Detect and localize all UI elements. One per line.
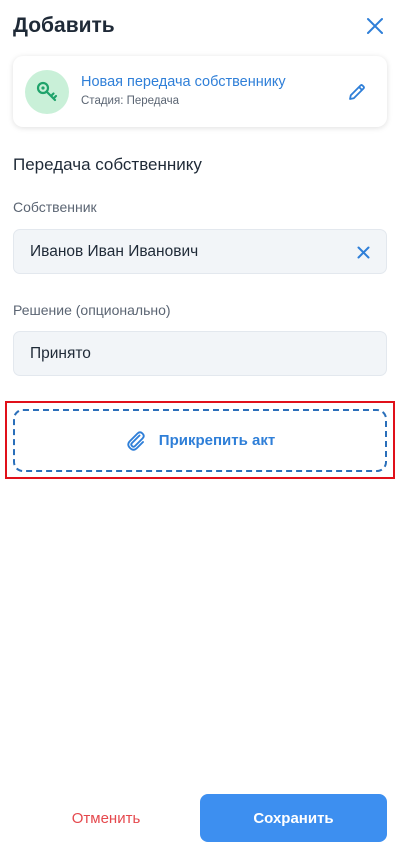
edit-stage-button[interactable] <box>346 81 368 103</box>
cancel-button[interactable]: Отменить <box>13 794 199 842</box>
pencil-icon <box>349 84 365 100</box>
stage-icon-badge <box>25 70 69 114</box>
close-icon <box>367 18 383 34</box>
stage-card-subtitle: Стадия: Передача <box>81 95 180 107</box>
section-title: Передача собственнику <box>13 155 202 174</box>
owner-field[interactable]: Иванов Иван Иванович <box>13 229 387 274</box>
stage-card: Новая передача собственнику Стадия: Пере… <box>13 56 387 127</box>
attach-act-label: Прикрепить акт <box>158 432 276 449</box>
owner-label: Собственник <box>13 199 97 215</box>
close-button[interactable] <box>362 13 388 39</box>
decision-label: Решение (опционально) <box>13 302 171 318</box>
stage-card-title: Новая передача собственнику <box>81 74 286 90</box>
save-button[interactable]: Сохранить <box>200 794 387 842</box>
attach-act-button[interactable]: Прикрепить акт <box>13 409 387 472</box>
paperclip-icon <box>127 430 145 451</box>
decision-field[interactable]: Принято <box>13 331 387 376</box>
key-icon <box>36 81 58 102</box>
owner-clear-button[interactable] <box>354 243 372 261</box>
panel-title: Добавить <box>13 14 115 37</box>
owner-value: Иванов Иван Иванович <box>30 243 199 260</box>
add-transfer-panel: Добавить Новая передача собственнику Ста… <box>0 0 401 856</box>
close-icon <box>357 246 369 258</box>
decision-value: Принято <box>30 345 91 362</box>
